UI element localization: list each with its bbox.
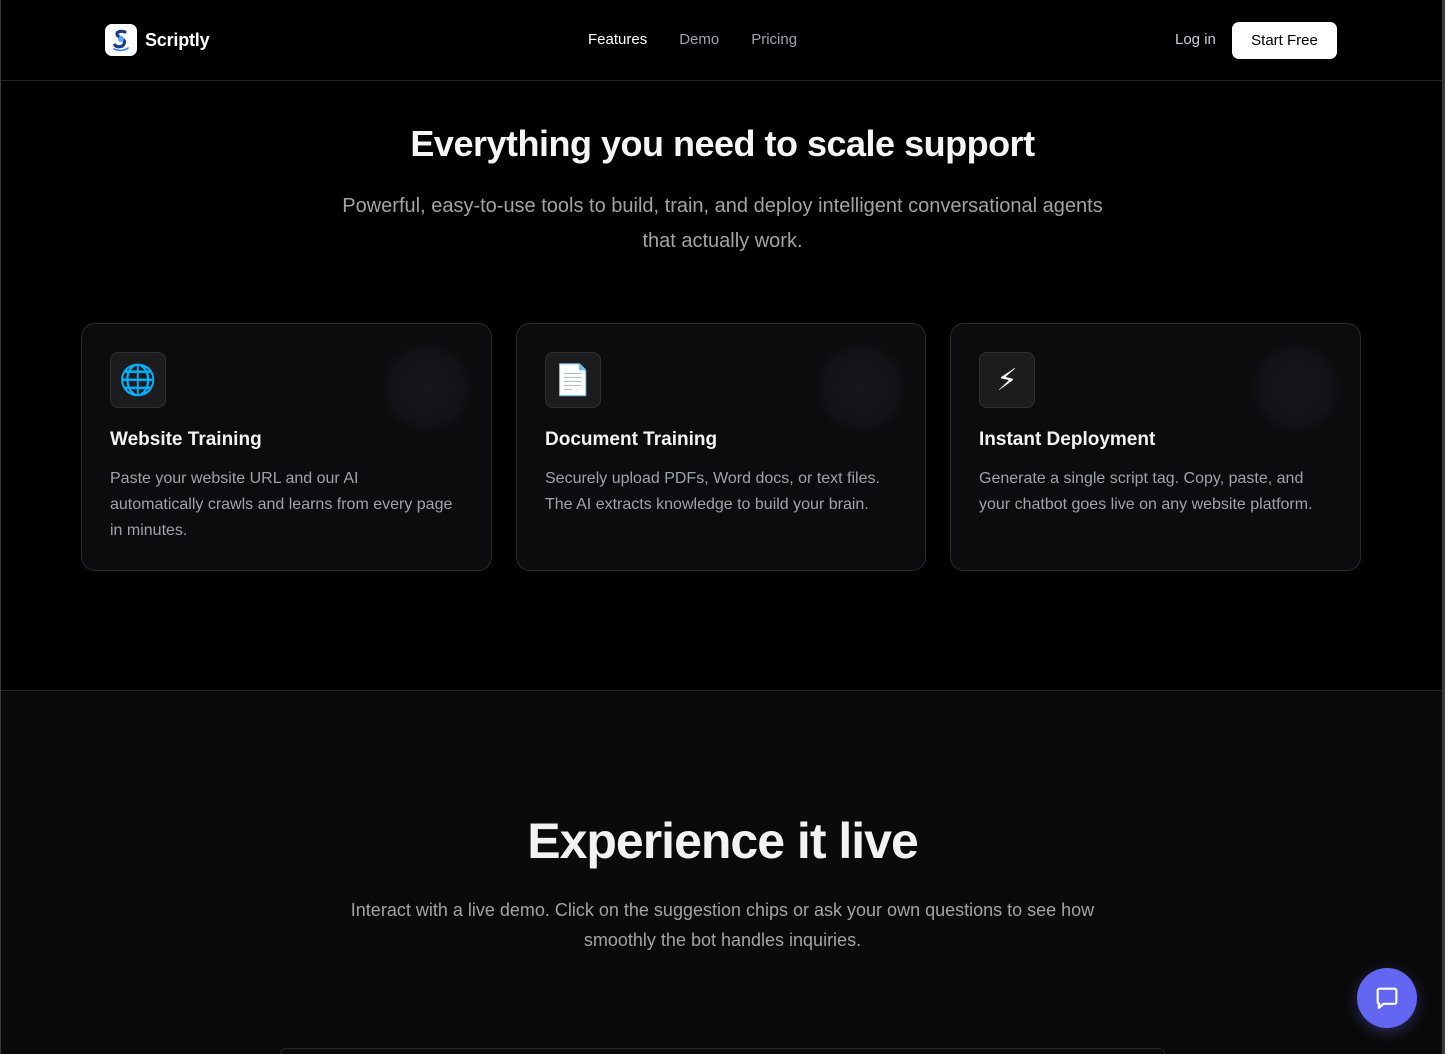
feature-card-website-training: 🌐 Website Training Paste your website UR…	[81, 323, 492, 571]
demo-section: Experience it live Interact with a live …	[0, 692, 1445, 1054]
nav-features[interactable]: Features	[588, 31, 647, 48]
card-description: Securely upload PDFs, Word docs, or text…	[545, 470, 880, 513]
card-description: Paste your website URL and our AI automa…	[110, 470, 453, 539]
lightning-icon: ⚡	[979, 352, 1035, 408]
card-glow	[815, 342, 907, 434]
card-glow	[381, 342, 473, 434]
card-glow	[1250, 342, 1342, 434]
feature-card-document-training: 📄 Document Training Securely upload PDFs…	[516, 323, 926, 571]
brand-name: Scriptly	[145, 29, 210, 50]
globe-icon: 🌐	[110, 352, 166, 408]
demo-title: Experience it live	[527, 813, 919, 869]
features-title: Everything you need to scale support	[410, 123, 1035, 164]
main-nav: Features Demo Pricing	[588, 31, 797, 48]
start-free-button[interactable]: Start Free	[1232, 22, 1337, 59]
document-icon: 📄	[545, 352, 601, 408]
card-title: Website Training	[110, 429, 262, 450]
demo-widget-edge	[280, 1048, 1165, 1054]
login-link[interactable]: Log in	[1175, 31, 1216, 48]
card-description: Generate a single script tag. Copy, past…	[979, 470, 1313, 513]
scriptly-logo-icon	[105, 24, 137, 56]
card-title: Instant Deployment	[979, 429, 1156, 450]
nav-pricing[interactable]: Pricing	[751, 31, 797, 48]
nav-demo[interactable]: Demo	[679, 31, 719, 48]
chat-bubble-icon	[1376, 987, 1398, 1009]
features-section: Everything you need to scale support Pow…	[0, 81, 1445, 691]
brand[interactable]: Scriptly	[105, 24, 210, 56]
features-subtitle: Powerful, easy-to-use tools to build, tr…	[342, 195, 1103, 252]
top-navigation: Scriptly Features Demo Pricing Log in St…	[0, 0, 1445, 81]
demo-subtitle: Interact with a live demo. Click on the …	[350, 900, 1095, 950]
feature-card-instant-deployment: ⚡ Instant Deployment Generate a single s…	[950, 323, 1361, 571]
chat-launcher-button[interactable]	[1357, 968, 1417, 1028]
card-title: Document Training	[545, 429, 718, 450]
